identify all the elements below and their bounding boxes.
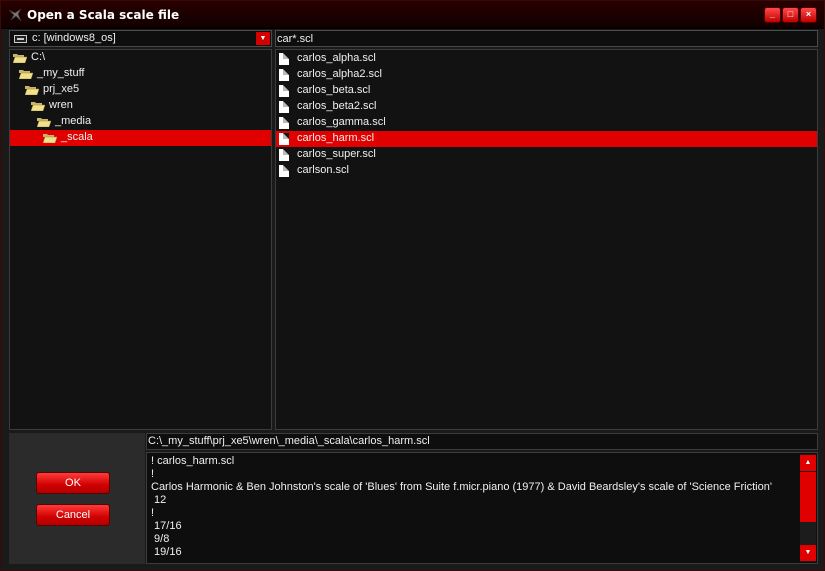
preview-line: ! carlos_harm.scl: [151, 455, 235, 467]
preview-line: Carlos Harmonic & Ben Johnston's scale o…: [151, 481, 772, 493]
tree-item[interactable]: wren: [10, 98, 271, 114]
drive-select-value: c: [windows8_os]: [32, 32, 116, 44]
folder-open-icon: [13, 54, 27, 63]
file-list-item[interactable]: carlos_beta.scl: [276, 83, 817, 99]
tree-item[interactable]: prj_xe5: [10, 82, 271, 98]
tree-item-label: _media: [55, 115, 92, 127]
filename-filter-input[interactable]: [275, 30, 818, 47]
action-panel: OK Cancel: [9, 433, 145, 564]
preview-line: 9/8: [151, 533, 170, 545]
preview-line: 12: [151, 494, 167, 506]
tree-item[interactable]: _scala: [10, 130, 271, 146]
folder-open-icon: [31, 102, 45, 111]
tree-item-label: _scala: [61, 131, 93, 143]
close-icon: ×: [805, 9, 812, 19]
file-icon: [279, 101, 289, 113]
folder-open-icon: [43, 134, 57, 143]
maximize-icon: □: [787, 9, 794, 19]
tree-item-label: wren: [49, 99, 73, 111]
drive-icon: [14, 35, 27, 43]
folder-tree[interactable]: C:\ _my_stuff prj_xe5wren _media _scala: [9, 49, 272, 430]
file-list-item[interactable]: carlos_harm.scl: [276, 131, 817, 147]
file-icon: [279, 133, 289, 145]
cancel-button[interactable]: Cancel: [36, 504, 110, 526]
dialog-window: Open a Scala scale file _ □ × c: [window…: [0, 0, 825, 571]
tree-item-label: prj_xe5: [43, 83, 80, 95]
file-list-item-label: carlson.scl: [297, 164, 349, 176]
file-list-item-label: carlos_super.scl: [297, 148, 376, 160]
file-icon: [279, 53, 289, 65]
folder-open-icon: [37, 118, 51, 127]
tree-item[interactable]: C:\: [10, 50, 271, 66]
ok-button[interactable]: OK: [36, 472, 110, 494]
file-icon: [279, 165, 289, 177]
scroll-down-icon[interactable]: ▼: [800, 545, 816, 561]
preview-scrollbar[interactable]: ▲ ▼: [800, 454, 816, 562]
file-list-item[interactable]: carlos_alpha2.scl: [276, 67, 817, 83]
folder-open-icon: [25, 86, 39, 95]
file-list-item-label: carlos_beta.scl: [297, 84, 371, 96]
scroll-up-icon[interactable]: ▲: [800, 455, 816, 471]
app-icon: [8, 8, 22, 22]
file-list-item-label: carlos_harm.scl: [297, 132, 375, 144]
minimize-button[interactable]: _: [764, 7, 781, 23]
file-preview[interactable]: ▲ ▼ ! carlos_harm.scl! Carlos Harmonic & …: [146, 452, 818, 564]
drive-select[interactable]: c: [windows8_os] ▼: [9, 30, 272, 47]
file-list-item-label: carlos_alpha.scl: [297, 52, 376, 64]
close-button[interactable]: ×: [800, 7, 817, 23]
file-icon: [279, 85, 289, 97]
tree-item-label: _my_stuff: [37, 67, 85, 79]
selected-path: C:\_my_stuff\prj_xe5\wren\_media\_scala\…: [146, 433, 818, 450]
minimize-icon: _: [769, 9, 775, 19]
tree-item[interactable]: _media: [10, 114, 271, 130]
file-list-item-label: carlos_beta2.scl: [297, 100, 377, 112]
preview-line: 19/16: [151, 546, 182, 558]
tree-item[interactable]: _my_stuff: [10, 66, 271, 82]
preview-line: 17/16: [151, 520, 182, 532]
folder-open-icon: [19, 70, 33, 79]
window-title: Open a Scala scale file: [27, 8, 180, 22]
preview-line: !: [151, 507, 155, 519]
file-list-item[interactable]: carlos_gamma.scl: [276, 115, 817, 131]
file-list-item[interactable]: carlos_alpha.scl: [276, 51, 817, 67]
tree-item-label: C:\: [31, 51, 46, 63]
file-icon: [279, 69, 289, 81]
file-icon: [279, 117, 289, 129]
file-list-item-label: carlos_alpha2.scl: [297, 68, 382, 80]
file-list-item[interactable]: carlos_super.scl: [276, 147, 817, 163]
file-list[interactable]: carlos_alpha.scl carlos_alpha2.scl carlos_…: [275, 49, 818, 430]
title-bar[interactable]: Open a Scala scale file _ □ ×: [1, 1, 824, 29]
file-icon: [279, 149, 289, 161]
scrollbar-thumb[interactable]: [800, 472, 816, 522]
file-list-item-label: carlos_gamma.scl: [297, 116, 386, 128]
maximize-button[interactable]: □: [782, 7, 799, 23]
file-list-item[interactable]: carlson.scl: [276, 163, 817, 179]
file-list-item[interactable]: carlos_beta2.scl: [276, 99, 817, 115]
chevron-down-icon[interactable]: ▼: [256, 32, 270, 45]
preview-line: !: [151, 468, 155, 480]
